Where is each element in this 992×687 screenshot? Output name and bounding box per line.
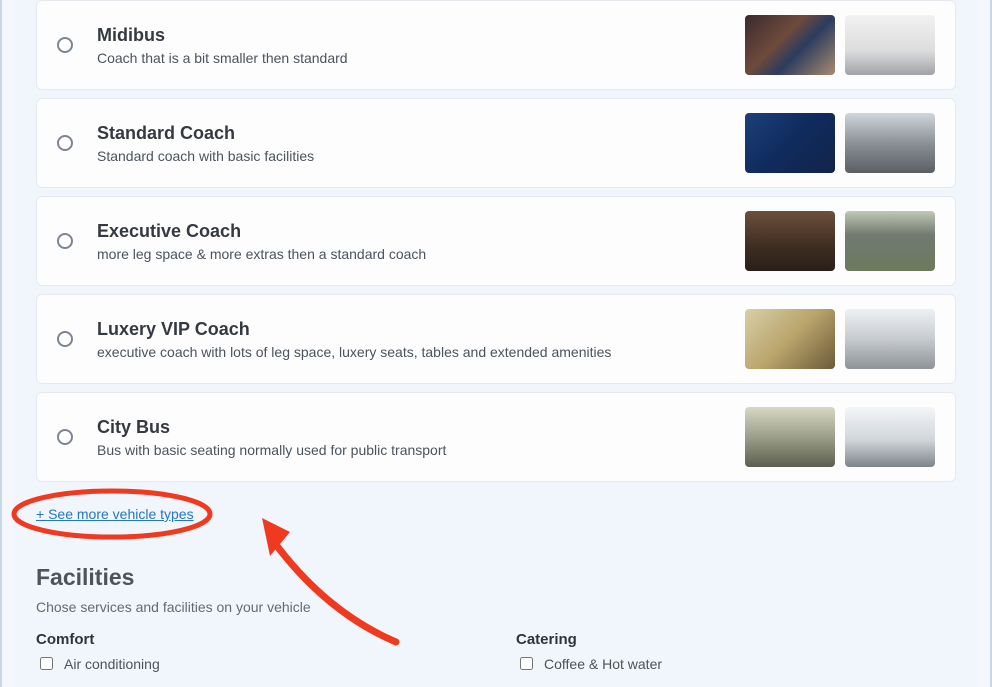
vehicle-option[interactable]: Standard Coach Standard coach with basic… bbox=[36, 98, 956, 188]
vehicle-images bbox=[745, 113, 935, 173]
radio-button[interactable] bbox=[57, 37, 73, 53]
vehicle-title: Executive Coach bbox=[97, 221, 745, 242]
vehicle-option[interactable]: City Bus Bus with basic seating normally… bbox=[36, 392, 956, 482]
facilities-subtitle: Chose services and facilities on your ve… bbox=[36, 599, 956, 615]
vehicle-image-exterior bbox=[845, 407, 935, 467]
vehicle-image-exterior bbox=[845, 15, 935, 75]
radio-holder bbox=[57, 233, 97, 249]
vehicle-image-interior bbox=[745, 113, 835, 173]
radio-button[interactable] bbox=[57, 233, 73, 249]
facility-column: Catering Coffee & Hot water bbox=[516, 631, 956, 677]
vehicle-text: Midibus Coach that is a bit smaller then… bbox=[97, 25, 745, 66]
facility-check-row[interactable]: Air conditioning bbox=[36, 654, 476, 673]
facility-checkbox[interactable] bbox=[520, 657, 533, 670]
facility-checkbox[interactable] bbox=[40, 657, 53, 670]
vehicle-title: Midibus bbox=[97, 25, 745, 46]
facility-label: Air conditioning bbox=[64, 656, 160, 672]
vehicle-image-exterior bbox=[845, 309, 935, 369]
facility-column-title: Comfort bbox=[36, 631, 476, 648]
radio-holder bbox=[57, 135, 97, 151]
vehicle-images bbox=[745, 309, 935, 369]
facility-label: Coffee & Hot water bbox=[544, 656, 662, 672]
vehicle-title: Standard Coach bbox=[97, 123, 745, 144]
vehicle-image-interior bbox=[745, 211, 835, 271]
facilities-section: Facilities Chose services and facilities… bbox=[36, 558, 956, 677]
vehicle-desc: more leg space & more extras then a stan… bbox=[97, 246, 745, 262]
vehicle-image-interior bbox=[745, 15, 835, 75]
vehicle-text: City Bus Bus with basic seating normally… bbox=[97, 417, 745, 458]
radio-holder bbox=[57, 331, 97, 347]
vehicle-text: Executive Coach more leg space & more ex… bbox=[97, 221, 745, 262]
vehicle-title: Luxery VIP Coach bbox=[97, 319, 745, 340]
vehicle-desc: executive coach with lots of leg space, … bbox=[97, 344, 745, 360]
radio-holder bbox=[57, 37, 97, 53]
radio-button[interactable] bbox=[57, 135, 73, 151]
see-more-row: + See more vehicle types bbox=[36, 506, 956, 524]
facility-column: Comfort Air conditioning bbox=[36, 631, 476, 677]
vehicle-option[interactable]: Executive Coach more leg space & more ex… bbox=[36, 196, 956, 286]
radio-button[interactable] bbox=[57, 429, 73, 445]
radio-holder bbox=[57, 429, 97, 445]
vehicle-text: Standard Coach Standard coach with basic… bbox=[97, 123, 745, 164]
vehicle-title: City Bus bbox=[97, 417, 745, 438]
radio-button[interactable] bbox=[57, 331, 73, 347]
vehicle-image-exterior bbox=[845, 113, 935, 173]
facility-column-title: Catering bbox=[516, 631, 956, 648]
vehicle-desc: Coach that is a bit smaller then standar… bbox=[97, 50, 745, 66]
see-more-link[interactable]: + See more vehicle types bbox=[36, 506, 194, 522]
vehicle-option[interactable]: Midibus Coach that is a bit smaller then… bbox=[36, 0, 956, 90]
vehicle-option[interactable]: Luxery VIP Coach executive coach with lo… bbox=[36, 294, 956, 384]
vehicle-image-interior bbox=[745, 309, 835, 369]
facility-check-row[interactable]: Coffee & Hot water bbox=[516, 654, 956, 673]
facilities-title: Facilities bbox=[36, 564, 956, 591]
vehicle-images bbox=[745, 407, 935, 467]
vehicle-type-panel: Midibus Coach that is a bit smaller then… bbox=[14, 0, 978, 687]
vehicle-text: Luxery VIP Coach executive coach with lo… bbox=[97, 319, 745, 360]
vehicle-desc: Bus with basic seating normally used for… bbox=[97, 442, 745, 458]
vehicle-images bbox=[745, 211, 935, 271]
vehicle-images bbox=[745, 15, 935, 75]
vehicle-desc: Standard coach with basic facilities bbox=[97, 148, 745, 164]
vehicle-image-interior bbox=[745, 407, 835, 467]
vehicle-image-exterior bbox=[845, 211, 935, 271]
